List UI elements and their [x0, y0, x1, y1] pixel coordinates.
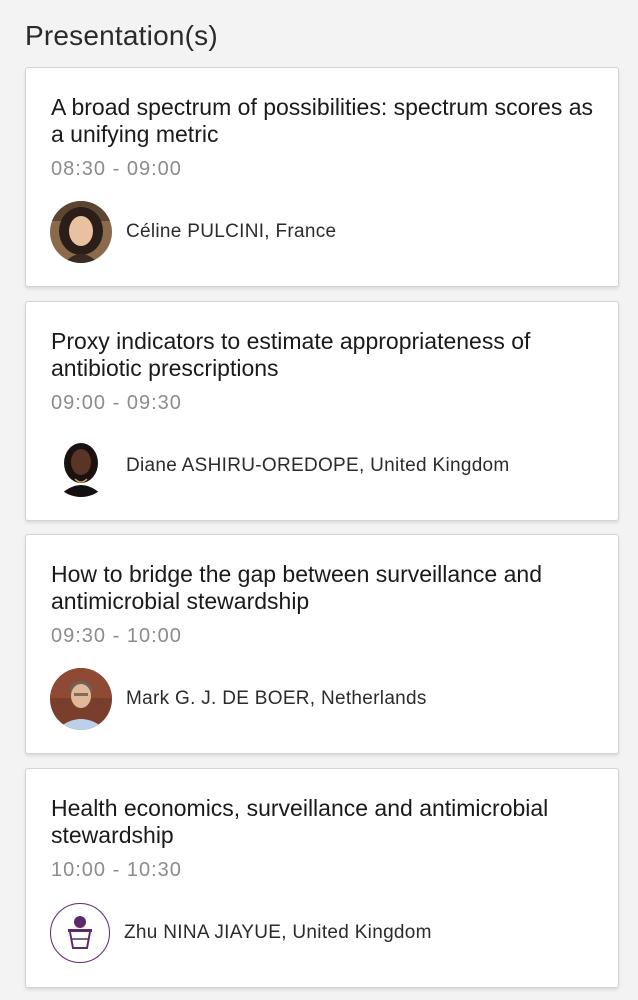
speaker-avatar[interactable]	[50, 201, 112, 263]
speaker-name[interactable]: Mark G. J. DE BOER, Netherlands	[126, 688, 427, 710]
speaker-placeholder-icon[interactable]	[50, 903, 110, 963]
presentation-time: 09:00 - 09:30	[51, 392, 182, 414]
presentation-card[interactable]: A broad spectrum of possibilities: spect…	[25, 67, 619, 287]
speaker-row[interactable]: Mark G. J. DE BOER, Netherlands	[50, 667, 427, 731]
speaker-name[interactable]: Diane ASHIRU-OREDOPE, United Kingdom	[126, 455, 510, 477]
presentation-card[interactable]: Health economics, surveillance and antim…	[25, 768, 619, 988]
speaker-name[interactable]: Céline PULCINI, France	[126, 221, 336, 243]
presentation-card[interactable]: How to bridge the gap between surveillan…	[25, 534, 619, 754]
speaker-row[interactable]: Diane ASHIRU-OREDOPE, United Kingdom	[50, 434, 510, 498]
speaker-avatar[interactable]	[50, 435, 112, 497]
presentation-title[interactable]: How to bridge the gap between surveillan…	[51, 561, 596, 615]
presentation-title[interactable]: Proxy indicators to estimate appropriate…	[51, 328, 596, 382]
presentation-card[interactable]: Proxy indicators to estimate appropriate…	[25, 301, 619, 521]
speaker-row[interactable]: Zhu NINA JIAYUE, United Kingdom	[50, 901, 432, 965]
presentation-title[interactable]: Health economics, surveillance and antim…	[51, 795, 596, 849]
presentation-title[interactable]: A broad spectrum of possibilities: spect…	[51, 94, 596, 148]
speaker-row[interactable]: Céline PULCINI, France	[50, 200, 336, 264]
speaker-avatar[interactable]	[50, 668, 112, 730]
section-title: Presentation(s)	[25, 20, 218, 51]
speaker-name[interactable]: Zhu NINA JIAYUE, United Kingdom	[124, 922, 432, 944]
presentation-time: 10:00 - 10:30	[51, 859, 182, 881]
presentation-time: 09:30 - 10:00	[51, 625, 182, 647]
presentation-time: 08:30 - 09:00	[51, 158, 182, 180]
